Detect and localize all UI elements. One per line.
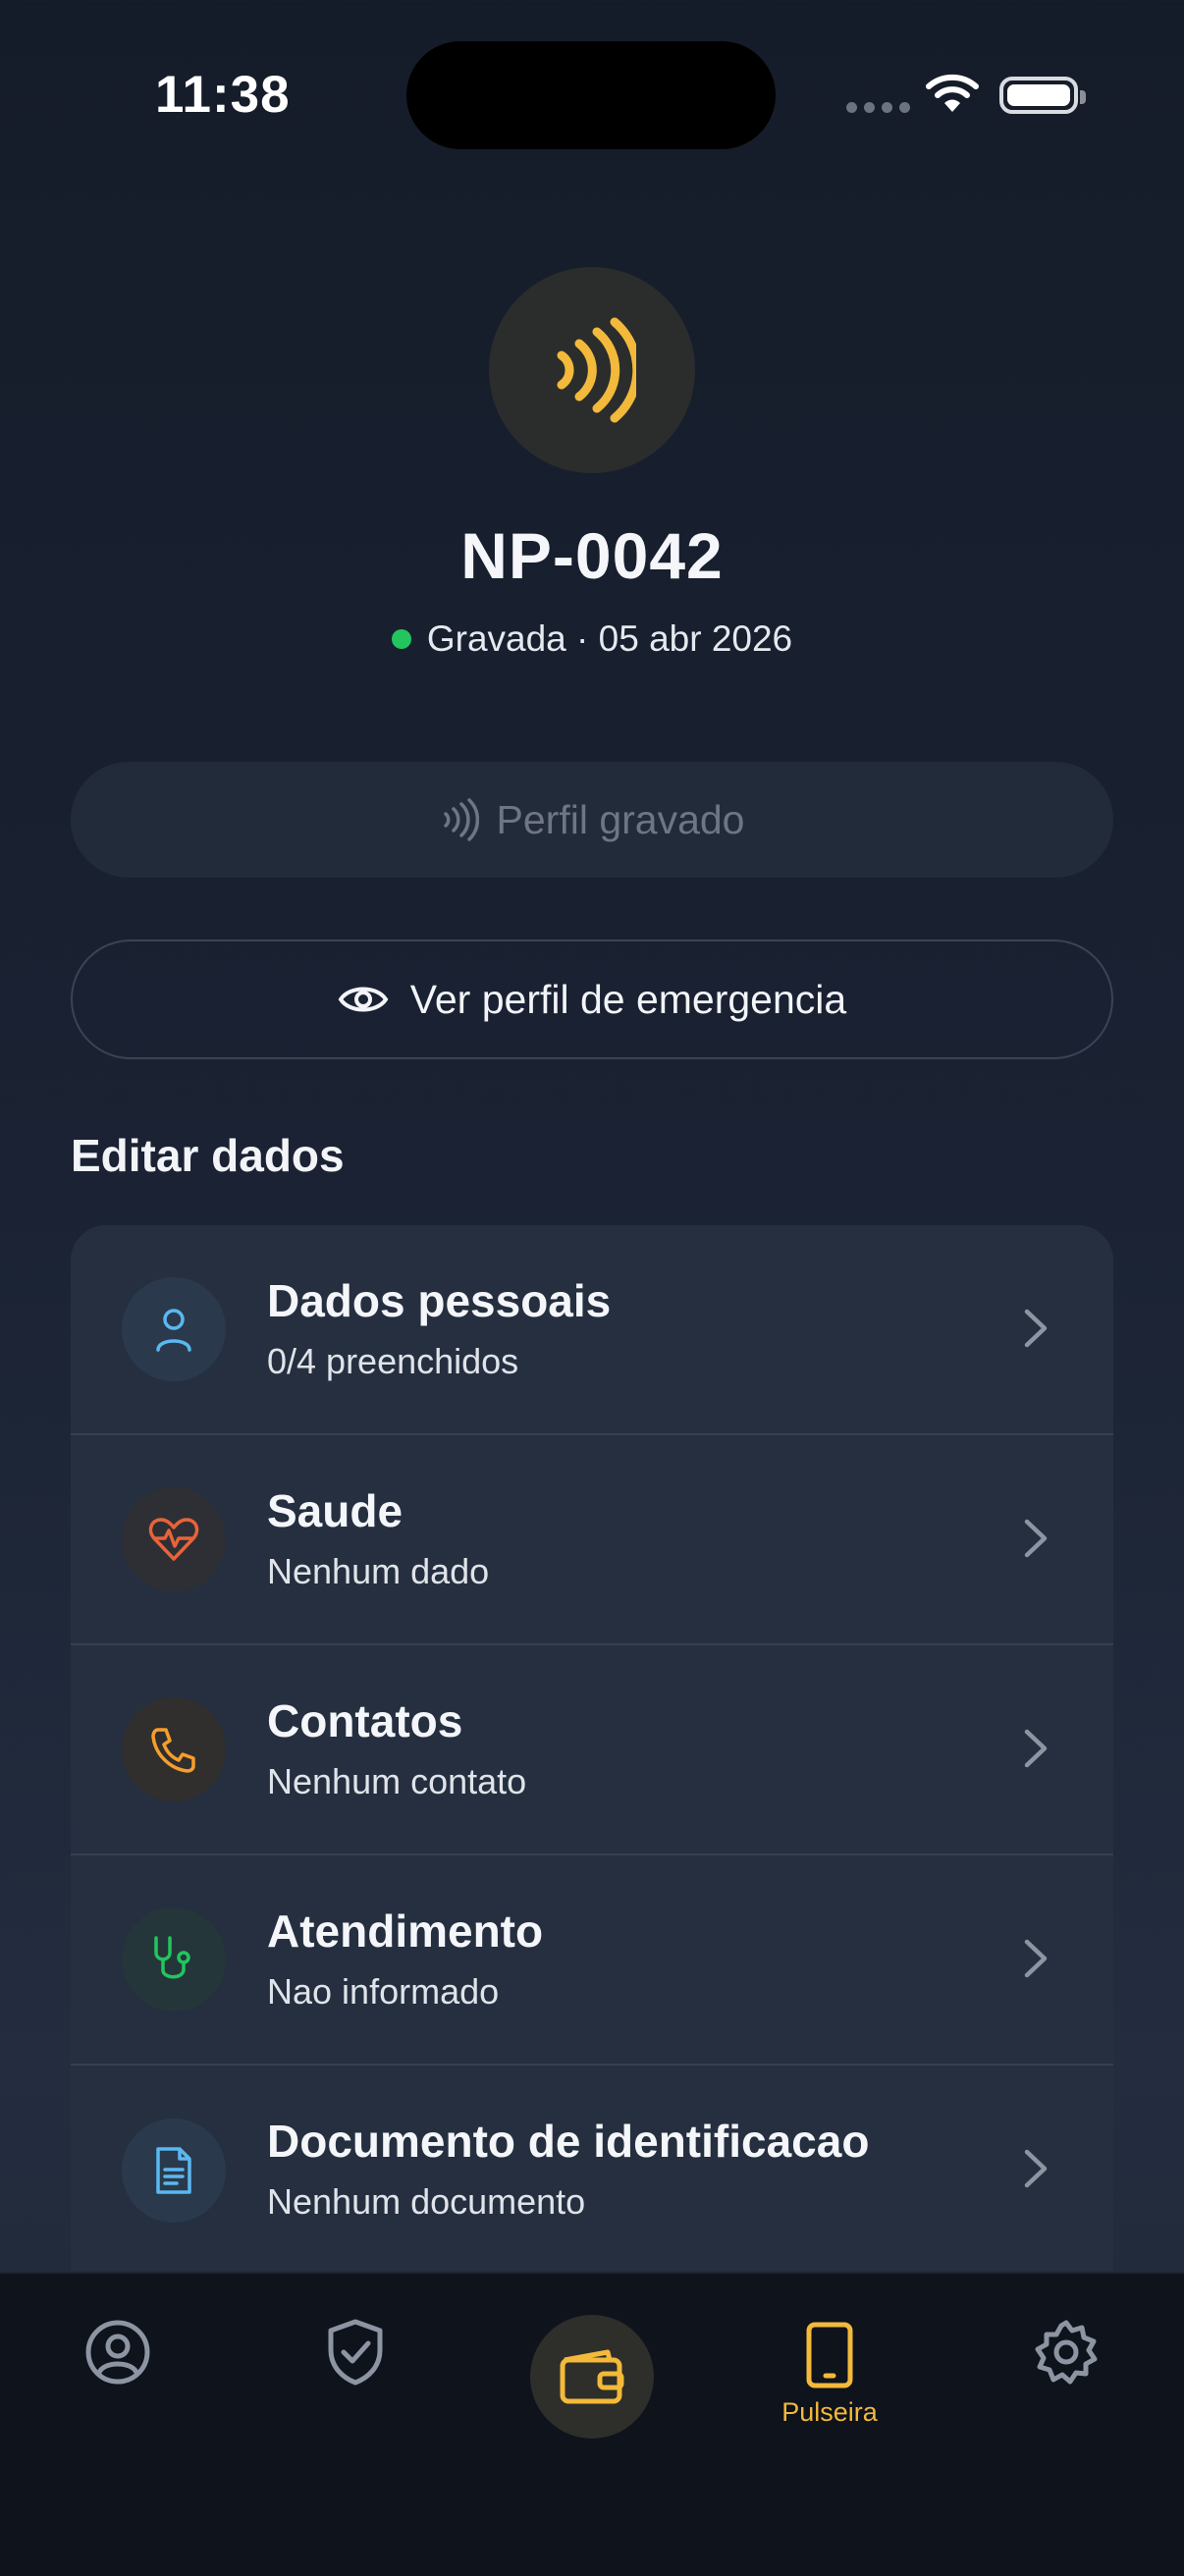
list-item-subtitle: Nenhum dado <box>267 1551 490 1591</box>
list-item-title: Atendimento <box>267 1905 544 1957</box>
document-icon <box>122 2119 226 2223</box>
nfc-waves-icon <box>443 798 479 841</box>
user-circle-icon <box>85 2320 150 2385</box>
chevron-right-icon <box>1024 2149 1048 2188</box>
tab-pulseira[interactable]: Pulseira <box>756 2295 903 2452</box>
cellular-signal-icon <box>846 102 910 113</box>
list-item-dados-pessoais[interactable]: Dados pessoais 0/4 preenchidos <box>71 1225 1113 1435</box>
gear-icon <box>1035 2320 1098 2385</box>
list-item-subtitle: Nao informado <box>267 1971 500 2012</box>
nfc-waves-icon <box>489 267 695 473</box>
list-item-atendimento[interactable]: Atendimento Nao informado <box>71 1855 1113 2066</box>
tab-profile[interactable] <box>59 2274 177 2431</box>
status-bar: 11:38 <box>0 0 1184 196</box>
section-title: Editar dados <box>71 1130 345 1181</box>
tab-bar: Pulseira <box>0 2272 1184 2576</box>
tab-wallet[interactable] <box>530 2315 654 2439</box>
view-emergency-profile-label: Ver perfil de emergencia <box>409 976 847 1022</box>
stethoscope-icon <box>122 1907 226 2012</box>
heart-pulse-icon <box>122 1487 226 1591</box>
view-emergency-profile-button[interactable]: Ver perfil de emergencia <box>71 939 1113 1059</box>
list-item-subtitle: Nenhum contato <box>267 1761 527 1801</box>
list-item-documento[interactable]: Documento de identificacao Nenhum docume… <box>71 2066 1113 2276</box>
battery-icon <box>999 77 1086 114</box>
edit-data-list: Dados pessoais 0/4 preenchidos Saude Nen… <box>71 1225 1113 2276</box>
chevron-right-icon <box>1024 1309 1048 1348</box>
person-icon <box>122 1277 226 1381</box>
wifi-icon <box>925 73 980 119</box>
phone-icon <box>122 1697 226 1801</box>
profile-recorded-label: Perfil gravado <box>496 796 745 842</box>
chevron-right-icon <box>1024 1729 1048 1768</box>
eye-icon <box>338 987 389 1012</box>
phone-device-icon <box>806 2322 853 2388</box>
list-item-title: Dados pessoais <box>267 1275 612 1326</box>
status-dot <box>391 629 411 649</box>
status-time: 11:38 <box>155 66 291 124</box>
tag-id-title: NP-0042 <box>460 519 724 592</box>
list-item-title: Saude <box>267 1485 404 1536</box>
dynamic-island <box>406 41 776 149</box>
tag-status: Gravada · 05 abr 2026 <box>0 618 1184 660</box>
list-item-title: Documento de identificacao <box>267 2116 870 2167</box>
profile-recorded-button[interactable]: Perfil gravado <box>71 762 1113 878</box>
list-item-saude[interactable]: Saude Nenhum dado <box>71 1435 1113 1645</box>
tag-status-text: Gravada · 05 abr 2026 <box>426 618 793 659</box>
tab-pulseira-label: Pulseira <box>781 2396 878 2427</box>
list-item-subtitle: 0/4 preenchidos <box>267 1341 519 1381</box>
tab-security[interactable] <box>296 2274 414 2431</box>
list-item-title: Contatos <box>267 1695 463 1746</box>
list-item-subtitle: Nenhum documento <box>267 2181 586 2222</box>
list-item-contatos[interactable]: Contatos Nenhum contato <box>71 1645 1113 1855</box>
chevron-right-icon <box>1024 1939 1048 1978</box>
wallet-icon <box>560 2349 624 2404</box>
chevron-right-icon <box>1024 1519 1048 1558</box>
tab-settings[interactable] <box>1007 2274 1125 2431</box>
shield-check-icon <box>328 2319 383 2386</box>
